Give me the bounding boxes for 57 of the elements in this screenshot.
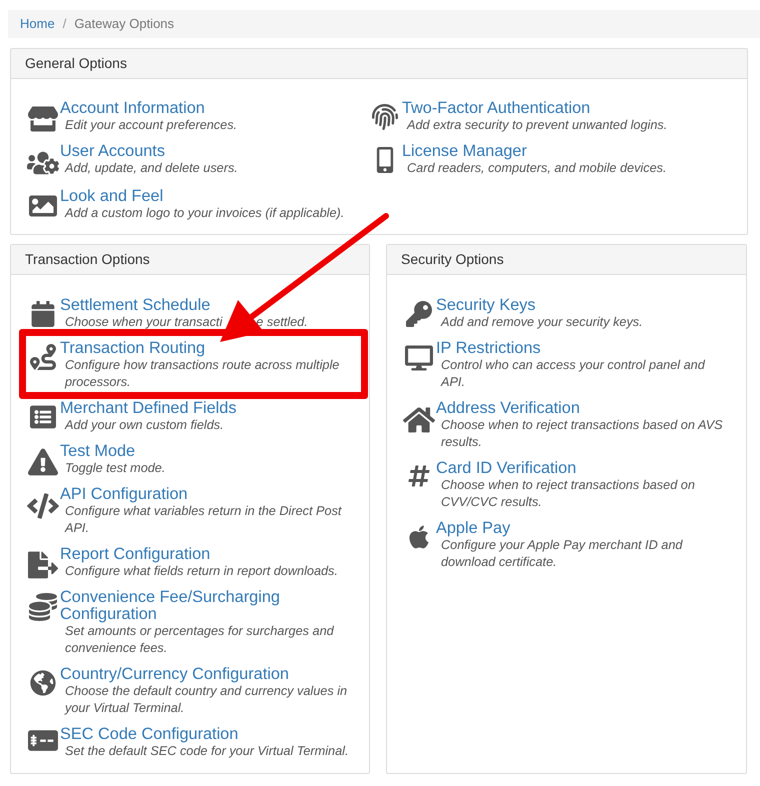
panel-title: Transaction Options (25, 250, 150, 269)
panel-title: Security Options (401, 250, 504, 269)
option-link[interactable]: Test Mode (60, 443, 136, 460)
store-icon (28, 104, 58, 134)
check-card-icon (28, 730, 58, 751)
option-description: Toggle test mode. (65, 460, 166, 477)
option-link[interactable]: Convenience Fee/Surcharging Configuration (60, 589, 355, 623)
option-description: Configure how transactions route across multiple processors. (65, 357, 340, 391)
option-link[interactable]: API Configuration (60, 486, 188, 503)
breadcrumb-current: Gateway Options (74, 15, 174, 34)
option-link[interactable]: Merchant Defined Fields (60, 400, 236, 417)
list-icon (30, 404, 56, 430)
option-description: Card readers, computers, and mobile devices. (407, 160, 667, 177)
option-link[interactable]: Look and Feel (60, 188, 164, 205)
option-link[interactable]: Account Information (60, 100, 205, 117)
option-description: Choose when to reject transactions based on CVV/CVC results. (441, 477, 696, 511)
option-link[interactable]: Country/Currency Configuration (60, 666, 289, 683)
option-link[interactable]: Report Configuration (60, 546, 210, 563)
option-link[interactable]: Card ID Verification (436, 460, 576, 477)
option-description: Configure what variables return in the Direct Post API. (65, 503, 343, 537)
panel-title: General Options (25, 54, 127, 73)
option-description: Edit your account preferences. (65, 117, 238, 134)
option-link[interactable]: Security Keys (436, 297, 536, 314)
breadcrumb-link[interactable]: Home (20, 14, 55, 34)
file-export-icon (28, 550, 58, 580)
option-link[interactable]: IP Restrictions (436, 340, 541, 357)
option-link[interactable]: Two-Factor Authentication (402, 100, 590, 117)
option-description: Configure your Apple Pay merchant ID and download certificate. (441, 537, 684, 571)
option-description: Choose the default country and currency values in your Virtual Terminal. (65, 683, 348, 717)
option-description: Configure what fields return in report downloads. (65, 563, 338, 580)
option-link[interactable]: License Manager (402, 143, 527, 160)
key-icon (406, 301, 432, 327)
option-description: Add and remove your security keys. (441, 314, 643, 331)
option-link[interactable]: User Accounts (60, 143, 165, 160)
option-link[interactable]: Apple Pay (436, 520, 510, 537)
route-icon (30, 344, 56, 370)
fingerprint-icon (372, 104, 398, 130)
coins-icon (28, 593, 56, 621)
option-description: Choose when to reject transactions based on AVS results. (441, 417, 724, 451)
breadcrumb-separator: / (62, 15, 68, 34)
option-description: Set the default SEC code for your Virtual Terminal. (65, 743, 349, 760)
hashtag-icon (406, 464, 430, 488)
option-description: Add your own custom fields. (65, 417, 224, 434)
option-link[interactable]: Address Verification (436, 400, 580, 417)
option-description: Add, update, and delete users. (65, 160, 238, 177)
option-description: Choose when your transacti (65, 314, 222, 331)
warning-icon (28, 447, 58, 477)
globe-icon (30, 670, 56, 696)
option-link[interactable]: Settlement Schedule (60, 297, 210, 314)
option-link[interactable]: SEC Code Configuration (60, 726, 238, 743)
option-description: Control who can access your control panel and API. (441, 357, 706, 391)
calendar-icon (30, 301, 56, 327)
option-link[interactable]: Transaction Routing (60, 340, 206, 357)
option-description: Set amounts or percentages for surcharges and convenience fees. (65, 623, 335, 657)
monitor-icon (404, 344, 432, 372)
option-description: Add a custom logo to your invoices (if applicable). (65, 205, 344, 222)
option-description: Add extra security to prevent unwanted logins. (407, 117, 668, 134)
